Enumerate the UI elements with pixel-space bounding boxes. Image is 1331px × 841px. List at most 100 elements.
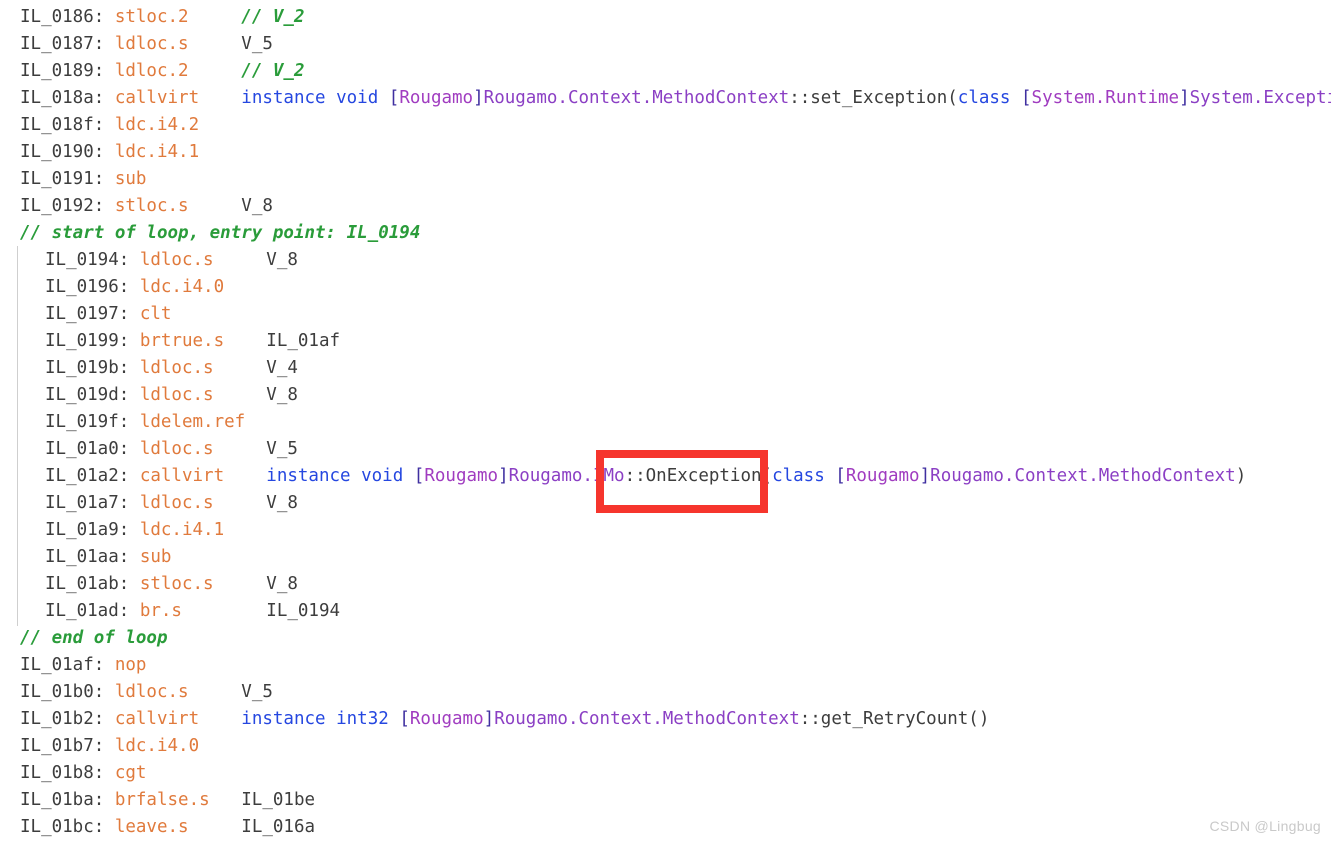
code-instruction-line[interactable]: IL_01af: nop <box>0 652 1331 679</box>
signature-token-type: Rougamo.Context.MethodContext <box>483 88 790 108</box>
code-instruction-line[interactable]: IL_01ad: br.s IL_0194 <box>0 598 1331 625</box>
signature-token-bracket: [ <box>413 466 425 486</box>
code-instruction-line[interactable]: IL_0194: ldloc.s V_8 <box>0 247 1331 274</box>
signature-token-bracket: ] <box>919 466 931 486</box>
code-comment-line[interactable]: // start of loop, entry point: IL_0194 <box>0 220 1331 247</box>
column-spacer <box>189 34 242 54</box>
code-instruction-line[interactable]: IL_0199: brtrue.s IL_01af <box>0 328 1331 355</box>
code-instruction-line[interactable]: IL_01bc: leave.s IL_016a <box>0 814 1331 841</box>
column-spacer <box>245 412 266 432</box>
il-opcode: callvirt <box>114 88 200 108</box>
il-operand: V_8 <box>241 196 273 216</box>
code-instruction-line[interactable]: IL_0189: ldloc.2 // V_2 <box>0 58 1331 85</box>
il-opcode: callvirt <box>139 466 225 486</box>
il-offset-label: IL_019b: <box>45 358 140 378</box>
column-spacer <box>189 7 242 27</box>
code-instruction-line[interactable]: IL_019f: ldelem.ref <box>0 409 1331 436</box>
signature-token-bracket: ] <box>1179 88 1190 108</box>
il-offset-label: IL_01b2: <box>20 709 115 729</box>
il-offset-label: IL_018f: <box>20 115 115 135</box>
il-opcode: ldloc.s <box>139 493 214 513</box>
il-opcode: sub <box>139 547 172 567</box>
il-offset-label: IL_01b7: <box>20 736 115 756</box>
il-opcode: ldelem.ref <box>139 412 246 432</box>
il-operand: V_8 <box>266 574 298 594</box>
signature-token-bracket: ] <box>473 88 484 108</box>
column-spacer <box>199 115 241 135</box>
signature-token-asmname: Rougamo <box>845 466 920 486</box>
il-offset-label: IL_01ad: <box>45 601 140 621</box>
code-instruction-line[interactable]: IL_0196: ldc.i4.0 <box>0 274 1331 301</box>
code-instruction-line[interactable]: IL_019b: ldloc.s V_4 <box>0 355 1331 382</box>
il-offset-label: IL_0194: <box>45 250 140 270</box>
code-instruction-line[interactable]: IL_0197: clt <box>0 301 1331 328</box>
il-offset-label: IL_019f: <box>45 412 140 432</box>
il-operand: V_4 <box>266 358 298 378</box>
column-spacer <box>146 763 241 783</box>
code-comment-line[interactable]: // end of loop <box>0 625 1331 652</box>
il-offset-label: IL_01a0: <box>45 439 140 459</box>
column-spacer <box>199 709 241 729</box>
il-offset-label: IL_0191: <box>20 169 115 189</box>
signature-token-keyword: instance void <box>266 466 414 486</box>
column-spacer <box>214 439 267 459</box>
column-spacer <box>224 466 266 486</box>
code-instruction-line[interactable]: IL_018a: callvirt instance void [Rougamo… <box>0 85 1331 112</box>
code-instruction-line[interactable]: IL_01ba: brfalse.s IL_01be <box>0 787 1331 814</box>
il-offset-label: IL_018a: <box>20 88 115 108</box>
signature-token-type: Rougamo.IMo <box>508 466 625 486</box>
signature-token-bracket: ] <box>483 709 495 729</box>
column-spacer <box>146 169 241 189</box>
il-offset-label: IL_0196: <box>45 277 140 297</box>
code-instruction-line[interactable]: IL_0187: ldloc.s V_5 <box>0 31 1331 58</box>
signature-token-type: Rougamo.Context.MethodContext <box>494 709 800 729</box>
il-opcode: cgt <box>114 763 147 783</box>
code-instruction-line[interactable]: IL_0186: stloc.2 // V_2 <box>0 4 1331 31</box>
il-opcode: ldc.i4.0 <box>139 277 225 297</box>
code-instruction-line[interactable]: IL_01ab: stloc.s V_8 <box>0 571 1331 598</box>
code-instruction-line[interactable]: IL_01a2: callvirt instance void [Rougamo… <box>0 463 1331 490</box>
code-line-list[interactable]: IL_0186: stloc.2 // V_2 IL_0187: ldloc.s … <box>0 4 1331 841</box>
il-offset-label: IL_01a7: <box>45 493 140 513</box>
code-instruction-line[interactable]: IL_0192: stloc.s V_8 <box>0 193 1331 220</box>
code-instruction-line[interactable]: IL_01b2: callvirt instance int32 [Rougam… <box>0 706 1331 733</box>
indent-guide-line <box>17 246 18 626</box>
code-instruction-line[interactable]: IL_01b0: ldloc.s V_5 <box>0 679 1331 706</box>
code-instruction-line[interactable]: IL_01a7: ldloc.s V_8 <box>0 490 1331 517</box>
code-instruction-line[interactable]: IL_01a9: ldc.i4.1 <box>0 517 1331 544</box>
signature-token-keyword: class <box>772 466 836 486</box>
column-spacer <box>171 547 266 567</box>
code-instruction-line[interactable]: IL_018f: ldc.i4.2 <box>0 112 1331 139</box>
il-offset-label: IL_01a9: <box>45 520 140 540</box>
code-instruction-line[interactable]: IL_01b7: ldc.i4.0 <box>0 733 1331 760</box>
signature-token-asmname: Rougamo <box>424 466 499 486</box>
il-offset-label: IL_01ab: <box>45 574 140 594</box>
il-opcode: ldloc.s <box>139 439 214 459</box>
column-spacer <box>214 574 267 594</box>
il-opcode: ldloc.s <box>139 250 214 270</box>
code-instruction-line[interactable]: IL_01a0: ldloc.s V_5 <box>0 436 1331 463</box>
il-opcode: stloc.2 <box>114 7 189 27</box>
il-operand: IL_01be <box>241 790 316 810</box>
il-offset-label: IL_0189: <box>20 61 115 81</box>
il-offset-label: IL_0192: <box>20 196 115 216</box>
il-opcode: ldloc.s <box>139 385 214 405</box>
code-instruction-line[interactable]: IL_01b8: cgt <box>0 760 1331 787</box>
code-instruction-line[interactable]: IL_0190: ldc.i4.1 <box>0 139 1331 166</box>
column-spacer <box>199 142 241 162</box>
il-offset-label: IL_0199: <box>45 331 140 351</box>
code-instruction-line[interactable]: IL_0191: sub <box>0 166 1331 193</box>
il-offset-label: IL_01b0: <box>20 682 115 702</box>
column-spacer <box>214 385 267 405</box>
signature-token-keyword: instance int32 <box>241 709 400 729</box>
column-spacer <box>171 304 266 324</box>
il-offset-label: IL_0190: <box>20 142 115 162</box>
code-instruction-line[interactable]: IL_019d: ldloc.s V_8 <box>0 382 1331 409</box>
il-disassembly-listing: IL_0186: stloc.2 // V_2 IL_0187: ldloc.s … <box>0 0 1331 840</box>
il-offset-label: IL_019d: <box>45 385 140 405</box>
code-instruction-line[interactable]: IL_01aa: sub <box>0 544 1331 571</box>
column-spacer <box>224 520 266 540</box>
il-opcode: ldc.i4.2 <box>114 115 200 135</box>
signature-token-bracket: [ <box>835 466 846 486</box>
il-operand: V_5 <box>266 439 298 459</box>
